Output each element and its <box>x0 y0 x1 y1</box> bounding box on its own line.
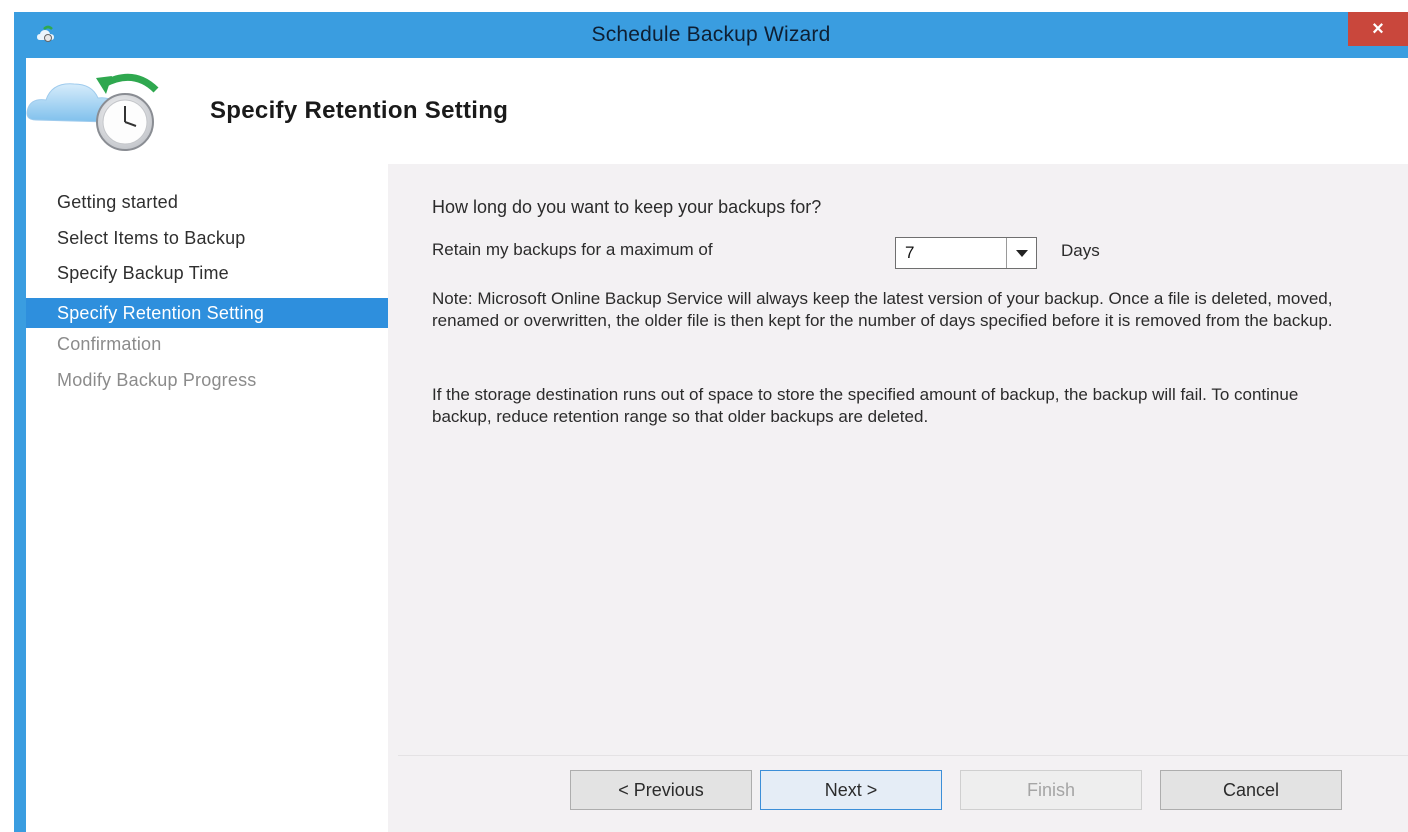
step-retention-setting[interactable]: Specify Retention Setting <box>26 298 388 328</box>
retention-days-select[interactable]: 7 <box>895 237 1037 269</box>
step-select-items[interactable]: Select Items to Backup <box>26 223 388 253</box>
window-frame <box>14 58 26 832</box>
retention-question: How long do you want to keep your backup… <box>432 197 822 217</box>
chevron-down-icon[interactable] <box>1006 238 1036 268</box>
retention-note: Note: Microsoft Online Backup Service wi… <box>432 289 1333 330</box>
step-modify-progress: Modify Backup Progress <box>57 370 257 390</box>
cloud-clock-icon <box>26 73 159 151</box>
finish-button: Finish <box>960 770 1142 810</box>
title-bar[interactable]: Schedule Backup Wizard × <box>14 12 1408 58</box>
page-title: Specify Retention Setting <box>210 97 509 124</box>
wizard-header: Specify Retention Setting <box>26 58 1408 164</box>
wizard-steps-sidebar: Getting started Select Items to Backup S… <box>26 164 388 832</box>
cancel-button[interactable]: Cancel <box>1160 770 1342 810</box>
previous-button[interactable]: < Previous <box>570 770 752 810</box>
close-button[interactable]: × <box>1348 12 1408 46</box>
retention-days-value: 7 <box>905 243 915 262</box>
retain-label: Retain my backups for a maximum of <box>432 240 713 259</box>
storage-warning: If the storage destination runs out of s… <box>432 385 1299 426</box>
next-button[interactable]: Next > <box>760 770 942 810</box>
days-label: Days <box>1061 241 1100 260</box>
window-title: Schedule Backup Wizard <box>591 23 831 46</box>
step-confirmation: Confirmation <box>57 334 162 354</box>
step-backup-time[interactable]: Specify Backup Time <box>26 258 388 288</box>
wizard-window: Schedule Backup Wizard × Specify Retenti… <box>14 12 1408 832</box>
footer-divider <box>398 755 1408 756</box>
step-getting-started[interactable]: Getting started <box>26 187 388 217</box>
wizard-content: How long do you want to keep your backup… <box>388 164 1408 832</box>
